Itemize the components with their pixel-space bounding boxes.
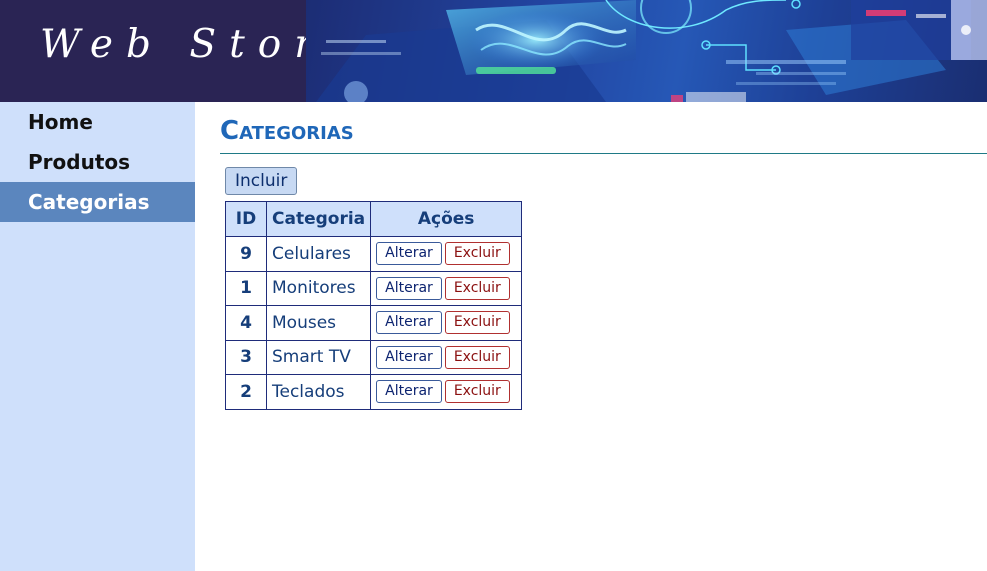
edit-button[interactable]: Alterar	[376, 242, 442, 266]
cell-categoria: Celulares	[265, 236, 372, 272]
tech-banner-image	[306, 0, 987, 102]
cell-categoria: Monitores	[265, 270, 372, 306]
cell-id: 1	[225, 270, 267, 306]
title-divider	[220, 153, 987, 154]
cell-id: 9	[225, 236, 267, 272]
column-header-id: ID	[225, 201, 267, 237]
table-row: 4 Mouses Alterar Excluir	[225, 305, 523, 341]
column-header-categoria: Categoria	[265, 201, 372, 237]
table-row: 2 Teclados Alterar Excluir	[225, 374, 523, 410]
page-title: Categorias	[220, 116, 354, 146]
table-row: 3 Smart TV Alterar Excluir	[225, 339, 523, 375]
sidebar-item-categorias[interactable]: Categorias	[0, 182, 195, 222]
include-button[interactable]: Incluir	[225, 167, 298, 195]
cell-id: 3	[225, 339, 267, 375]
cell-actions: Alterar Excluir	[370, 270, 523, 306]
cell-id: 4	[225, 305, 267, 341]
logo[interactable]: Web Store	[0, 0, 349, 102]
cell-categoria: Smart TV	[265, 339, 372, 375]
table-row: 9 Celulares Alterar Excluir	[225, 236, 523, 272]
table-header-row: ID Categoria Ações	[225, 201, 523, 237]
delete-button[interactable]: Excluir	[444, 311, 510, 335]
site-header: Web Store	[0, 0, 987, 102]
cell-actions: Alterar Excluir	[370, 339, 523, 375]
sidebar-item-produtos[interactable]: Produtos	[0, 142, 195, 182]
edit-button[interactable]: Alterar	[376, 380, 442, 404]
cell-categoria: Mouses	[265, 305, 372, 341]
categories-table: ID Categoria Ações 9 Celulares Alterar Ex…	[225, 201, 523, 410]
banner-graphic	[306, 0, 987, 102]
edit-button[interactable]: Alterar	[376, 276, 442, 300]
sidebar-item-home[interactable]: Home	[0, 102, 195, 142]
cell-actions: Alterar Excluir	[370, 305, 523, 341]
delete-button[interactable]: Excluir	[444, 380, 510, 404]
table-row: 1 Monitores Alterar Excluir	[225, 270, 523, 306]
cell-id: 2	[225, 374, 267, 410]
sidebar-nav: Home Produtos Categorias	[0, 102, 195, 571]
cell-categoria: Teclados	[265, 374, 372, 410]
delete-button[interactable]: Excluir	[444, 345, 510, 369]
edit-button[interactable]: Alterar	[376, 345, 442, 369]
delete-button[interactable]: Excluir	[444, 276, 510, 300]
cell-actions: Alterar Excluir	[370, 236, 523, 272]
column-header-acoes: Ações	[370, 201, 523, 237]
main-content: Categorias Incluir ID Categoria Ações 9 …	[220, 102, 987, 410]
edit-button[interactable]: Alterar	[376, 311, 442, 335]
cell-actions: Alterar Excluir	[370, 374, 523, 410]
delete-button[interactable]: Excluir	[444, 242, 510, 266]
